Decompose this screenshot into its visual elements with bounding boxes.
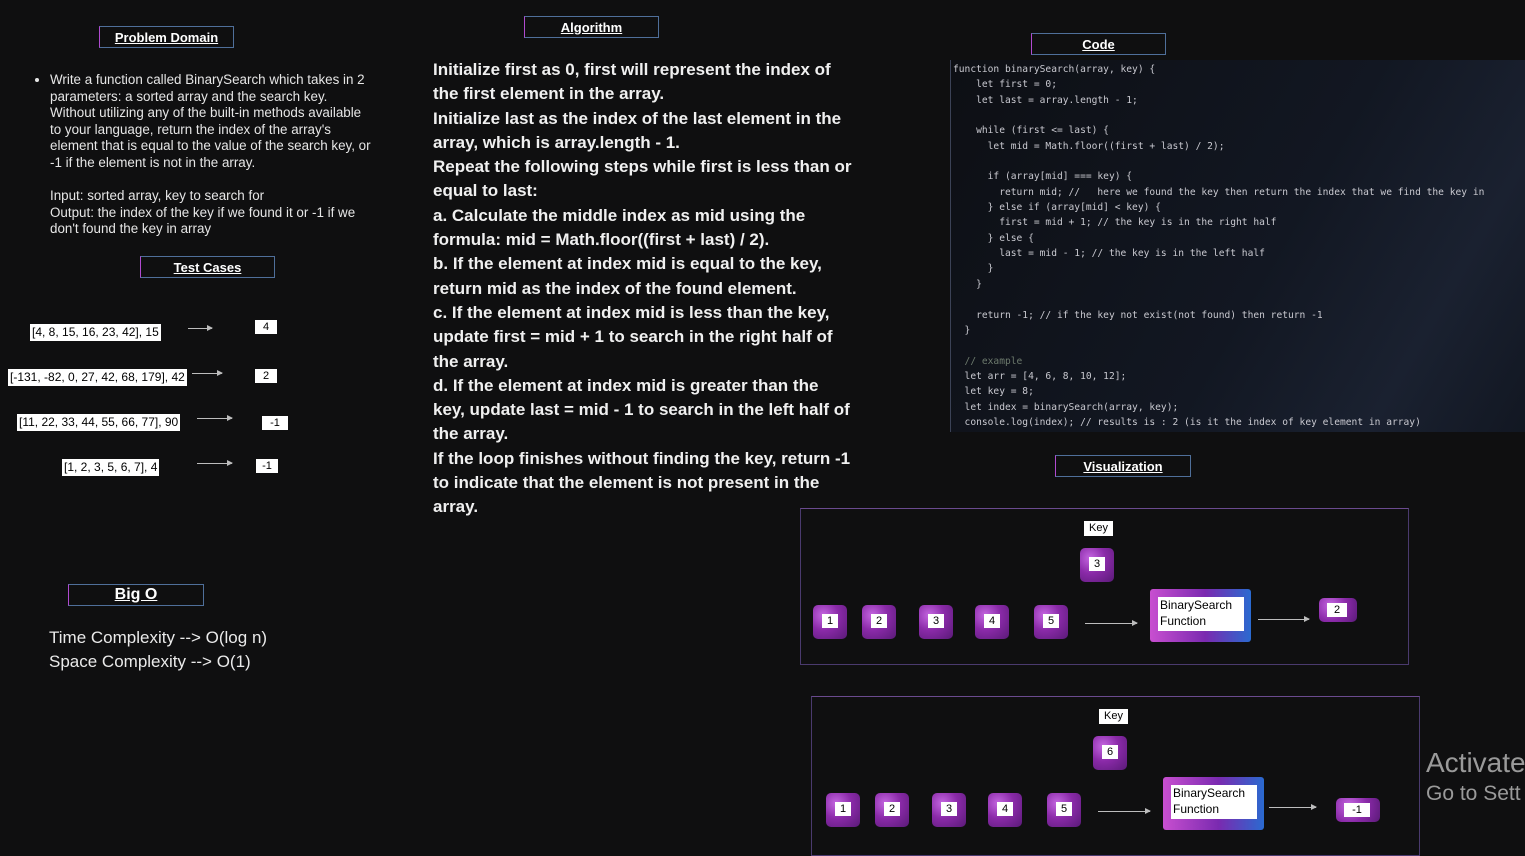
array-node: 2: [862, 605, 896, 639]
code-text: function binarySearch(array, key) { let …: [951, 60, 1525, 430]
code-line: } else {: [953, 232, 1034, 244]
code-header: Code: [1031, 33, 1166, 55]
code-line: if (array[mid] === key) {: [953, 171, 1133, 183]
array-node: 3: [932, 793, 966, 827]
flow-arrow: [1098, 808, 1151, 814]
algorithm-step: c. If the element at index mid is less t…: [433, 302, 833, 371]
code-line: let last = array.length - 1;: [953, 94, 1138, 106]
code-line: let first = 0;: [953, 79, 1057, 91]
array-node: 4: [988, 793, 1022, 827]
algorithm-step: d. If the element at index mid is greate…: [433, 375, 850, 444]
code-line: function binarySearch(array, key) {: [953, 64, 1156, 75]
algorithm-header: Algorithm: [524, 16, 659, 38]
binary-search-function-node: BinarySearch Function: [1163, 777, 1264, 830]
result-node: 2: [1319, 598, 1357, 622]
code-line: } else if (array[mid] < key) {: [953, 202, 1161, 214]
algorithm-step: If the loop finishes without finding the…: [433, 448, 851, 517]
algorithm-text: Initialize first as 0, first will repres…: [433, 58, 853, 520]
test-case-input: [11, 22, 33, 44, 55, 66, 77], 90: [17, 414, 181, 431]
test-case-arrow: [197, 415, 233, 421]
key-node: 3: [1080, 548, 1114, 582]
array-node: 5: [1034, 605, 1068, 639]
test-case-arrow: [192, 370, 223, 376]
algorithm-step: b. If the element at index mid is equal …: [433, 254, 822, 298]
code-line: first = mid + 1; // the key is in the ri…: [953, 217, 1277, 229]
problem-domain-header: Problem Domain: [99, 26, 234, 48]
array-node: 2: [875, 793, 909, 827]
flow-arrow: [1269, 804, 1317, 810]
problem-domain-text: Write a function called BinarySearch whi…: [32, 72, 374, 238]
flow-arrow: [1258, 616, 1310, 622]
result-node: -1: [1336, 798, 1380, 822]
algorithm-step: Repeat the following steps while first i…: [433, 157, 852, 201]
space-complexity: Space Complexity --> O(1): [49, 652, 251, 671]
watermark-line-1: Activate: [1426, 747, 1525, 778]
test-case-input: [1, 2, 3, 5, 6, 7], 4: [62, 459, 160, 476]
array-node: 1: [813, 605, 847, 639]
code-line: }: [953, 278, 982, 290]
code-line: }: [953, 263, 994, 275]
test-case-arrow: [188, 325, 213, 331]
code-line: let index = binarySearch(array, key);: [953, 401, 1179, 413]
code-line: let key = 8;: [953, 386, 1034, 398]
algorithm-step: Initialize last as the index of the last…: [433, 108, 842, 152]
key-label: Key: [1099, 709, 1128, 724]
array-node: 5: [1047, 793, 1081, 827]
code-line: console.log(index); // results is : 2 (i…: [953, 416, 1421, 428]
test-case-arrow: [197, 460, 233, 466]
watermark-line-2: Go to Sett: [1426, 782, 1521, 805]
activate-windows-watermark: Activate Go to Sett: [1426, 746, 1525, 808]
key-label: Key: [1084, 521, 1113, 536]
test-case-output: -1: [256, 459, 278, 473]
code-line: last = mid - 1; // the key is in the lef…: [953, 248, 1265, 260]
big-o-header: Big O: [68, 584, 204, 606]
code-line: let mid = Math.floor((first + last) / 2)…: [953, 140, 1225, 152]
problem-input: Input: sorted array, key to search for: [50, 188, 265, 203]
problem-description: Write a function called BinarySearch whi…: [50, 72, 374, 171]
test-case-input: [-131, -82, 0, 27, 42, 68, 179], 42: [8, 369, 187, 386]
flow-arrow: [1085, 620, 1138, 626]
test-case-output: 4: [255, 320, 277, 334]
code-line: let arr = [4, 6, 8, 10, 12];: [953, 370, 1127, 382]
algorithm-step: Initialize first as 0, first will repres…: [433, 60, 831, 104]
big-o-text: Time Complexity --> O(log n) Space Compl…: [49, 626, 267, 674]
code-line: // example: [953, 355, 1023, 367]
array-node: 1: [826, 793, 860, 827]
visualization-header: Visualization: [1055, 455, 1191, 477]
test-cases-header: Test Cases: [140, 256, 275, 278]
key-node: 6: [1093, 736, 1127, 770]
array-node: 4: [975, 605, 1009, 639]
algorithm-step: a. Calculate the middle index as mid usi…: [433, 205, 806, 250]
problem-output: Output: the index of the key if we found…: [50, 204, 356, 237]
test-case-output: 2: [255, 369, 277, 383]
code-line: return -1; // if the key not exist(not f…: [953, 309, 1323, 321]
test-case-input: [4, 8, 15, 16, 23, 42], 15: [30, 324, 161, 341]
binary-search-function-node: BinarySearch Function: [1150, 589, 1251, 642]
time-complexity: Time Complexity --> O(log n): [49, 628, 268, 647]
array-node: 3: [919, 605, 953, 639]
code-line: }: [953, 324, 971, 336]
code-line: return mid; // here we found the key the…: [953, 186, 1485, 198]
code-line: while (first <= last) {: [953, 125, 1109, 137]
code-block: function binarySearch(array, key) { let …: [950, 60, 1525, 432]
test-case-output: -1: [262, 416, 288, 430]
